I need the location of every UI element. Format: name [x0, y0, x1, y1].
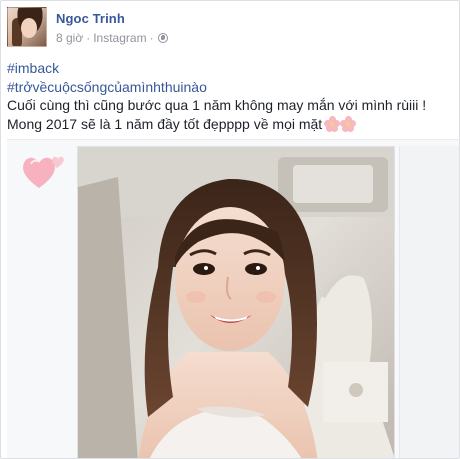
- post-photo-area: [7, 139, 459, 458]
- globe-icon[interactable]: [157, 33, 168, 43]
- facebook-post: Ngoc Trinh 8 giờ · Instagram · #imback #…: [0, 0, 460, 459]
- post-timestamp[interactable]: 8 giờ: [56, 31, 83, 45]
- post-source: Instagram: [93, 31, 147, 45]
- post-text-line-2: Mong 2017 sẽ là 1 năm đầy tốt đẹpppp về …: [7, 115, 426, 134]
- post-photo[interactable]: [77, 146, 395, 458]
- meta-separator-2: ·: [149, 31, 154, 45]
- photo-side-panel: [399, 146, 459, 458]
- post-text-line-1: Cuối cùng thì cũng bước qua 1 năm không …: [7, 97, 427, 113]
- author-avatar[interactable]: [7, 7, 47, 47]
- cherry-blossom-icon: [324, 115, 357, 132]
- author-name[interactable]: Ngoc Trinh: [56, 11, 125, 26]
- hashtag-imback[interactable]: #imback: [7, 59, 426, 78]
- heart-decoration-icon: [23, 156, 64, 188]
- post-meta: 8 giờ · Instagram ·: [56, 31, 168, 45]
- hashtag-trovecuocsong[interactable]: #trởvềcuộcsốngcủamìnhthuinào: [7, 78, 426, 97]
- meta-separator: ·: [86, 31, 91, 45]
- post-text-line-2-label: Mong 2017 sẽ là 1 năm đầy tốt đẹpppp về …: [7, 115, 323, 132]
- post-text: #imback #trởvềcuộcsốngcủamìnhthuinào Cuố…: [7, 59, 426, 133]
